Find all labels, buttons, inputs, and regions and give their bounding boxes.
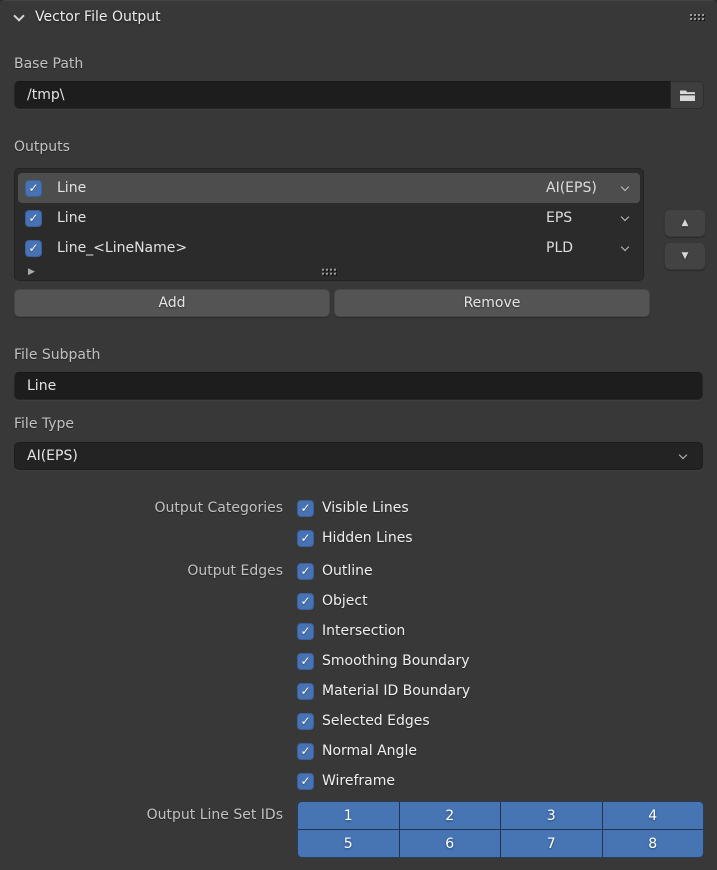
drag-handle-icon[interactable] — [690, 14, 704, 20]
outputs-list-row[interactable]: ✓ Line_<LineName> PLD — [18, 233, 640, 263]
check-icon: ✓ — [28, 181, 38, 195]
panel-header: Vector File Output — [0, 1, 717, 33]
row-name[interactable]: Line — [57, 210, 546, 226]
visible-lines-checkbox[interactable]: ✓ — [297, 500, 314, 517]
intersection-checkbox[interactable]: ✓ — [297, 623, 314, 640]
row-checkbox[interactable]: ✓ — [25, 180, 42, 197]
prop-row: Output Categories ✓ Visible Lines — [0, 493, 717, 523]
check-icon: ✓ — [300, 744, 310, 758]
checkbox-label[interactable]: Normal Angle — [322, 743, 417, 759]
prop-row: ✓ Material ID Boundary — [0, 676, 717, 706]
smoothing-boundary-checkbox[interactable]: ✓ — [297, 653, 314, 670]
check-icon: ✓ — [300, 774, 310, 788]
checkbox-label[interactable]: Material ID Boundary — [322, 683, 470, 699]
line-set-id-toggle[interactable]: 8 — [603, 830, 704, 857]
base-path-label: Base Path — [14, 56, 83, 72]
check-icon: ✓ — [300, 624, 310, 638]
material-id-boundary-checkbox[interactable]: ✓ — [297, 683, 314, 700]
row-name[interactable]: Line_<LineName> — [57, 240, 546, 256]
line-set-id-toggle[interactable]: 2 — [400, 802, 501, 829]
triangle-up-icon: ▲ — [682, 218, 689, 228]
prop-row: Output Edges ✓ Outline — [0, 556, 717, 586]
check-icon: ✓ — [300, 531, 310, 545]
properties-section: Output Categories ✓ Visible Lines ✓ Hidd… — [0, 493, 717, 796]
line-set-id-toggle[interactable]: 7 — [501, 830, 602, 857]
prop-row: ✓ Hidden Lines — [0, 523, 717, 553]
prop-row: ✓ Intersection — [0, 616, 717, 646]
wireframe-checkbox[interactable]: ✓ — [297, 773, 314, 790]
check-icon: ✓ — [300, 594, 310, 608]
checkbox-label[interactable]: Selected Edges — [322, 713, 430, 729]
file-type-label: File Type — [14, 416, 74, 432]
chevron-down-icon — [679, 451, 687, 459]
prop-row: ✓ Smoothing Boundary — [0, 646, 717, 676]
check-icon: ✓ — [300, 564, 310, 578]
checkbox-label[interactable]: Wireframe — [322, 773, 395, 789]
checkbox-label[interactable]: Object — [322, 593, 368, 609]
chevron-down-icon[interactable] — [621, 213, 629, 221]
row-name[interactable]: Line — [57, 180, 546, 196]
selected-edges-checkbox[interactable]: ✓ — [297, 713, 314, 730]
add-button[interactable]: Add — [14, 289, 330, 317]
row-format-select[interactable]: PLD — [546, 240, 618, 256]
browse-folder-button[interactable] — [671, 81, 704, 109]
output-categories-label: Output Categories — [0, 500, 283, 516]
line-set-id-toggle[interactable]: 6 — [400, 830, 501, 857]
triangle-down-icon: ▼ — [682, 251, 689, 261]
base-path-row — [14, 81, 704, 109]
checkbox-label[interactable]: Visible Lines — [322, 500, 409, 516]
prop-row: ✓ Selected Edges — [0, 706, 717, 736]
remove-button[interactable]: Remove — [334, 289, 650, 317]
line-set-id-toggle[interactable]: 3 — [501, 802, 602, 829]
folder-icon — [679, 88, 696, 102]
line-set-id-toggle[interactable]: 4 — [603, 802, 704, 829]
line-set-ids-grid: 1 2 3 4 5 6 7 8 — [297, 801, 704, 858]
outputs-label: Outputs — [14, 139, 70, 155]
line-set-id-toggle[interactable]: 5 — [298, 830, 399, 857]
hidden-lines-checkbox[interactable]: ✓ — [297, 530, 314, 547]
prop-row: ✓ Normal Angle — [0, 736, 717, 766]
file-type-value: AI(EPS) — [27, 448, 78, 464]
outputs-list-footer: ▶ — [18, 263, 640, 281]
normal-angle-checkbox[interactable]: ✓ — [297, 743, 314, 760]
check-icon: ✓ — [300, 501, 310, 515]
output-edges-label: Output Edges — [0, 563, 283, 579]
row-format-select[interactable]: EPS — [546, 210, 618, 226]
row-checkbox[interactable]: ✓ — [25, 210, 42, 227]
row-format-select[interactable]: AI(EPS) — [546, 180, 618, 196]
checkbox-label[interactable]: Intersection — [322, 623, 405, 639]
move-up-button[interactable]: ▲ — [664, 209, 706, 237]
file-type-select[interactable]: AI(EPS) — [14, 442, 703, 470]
outputs-list-row[interactable]: ✓ Line EPS — [18, 203, 640, 233]
object-checkbox[interactable]: ✓ — [297, 593, 314, 610]
panel-title[interactable]: Vector File Output — [35, 9, 161, 25]
chevron-down-icon[interactable] — [13, 10, 24, 21]
checkbox-label[interactable]: Smoothing Boundary — [322, 653, 470, 669]
outputs-list-row[interactable]: ✓ Line AI(EPS) — [18, 173, 640, 203]
check-icon: ✓ — [300, 654, 310, 668]
check-icon: ✓ — [28, 241, 38, 255]
check-icon: ✓ — [28, 211, 38, 225]
check-icon: ✓ — [300, 684, 310, 698]
chevron-down-icon[interactable] — [621, 243, 629, 251]
row-checkbox[interactable]: ✓ — [25, 240, 42, 257]
prop-row: ✓ Object — [0, 586, 717, 616]
file-subpath-input[interactable] — [14, 372, 703, 400]
line-set-ids-label: Output Line Set IDs — [0, 801, 283, 829]
checkbox-label[interactable]: Outline — [322, 563, 373, 579]
expand-filter-icon[interactable]: ▶ — [28, 267, 35, 277]
move-down-button[interactable]: ▼ — [664, 242, 706, 270]
outline-checkbox[interactable]: ✓ — [297, 563, 314, 580]
base-path-input[interactable] — [14, 81, 671, 109]
checkbox-label[interactable]: Hidden Lines — [322, 530, 413, 546]
check-icon: ✓ — [300, 714, 310, 728]
list-resize-grip-icon[interactable] — [322, 269, 336, 275]
outputs-list: ✓ Line AI(EPS) ✓ Line EPS ✓ Line_<LineNa… — [14, 168, 644, 281]
line-set-id-toggle[interactable]: 1 — [298, 802, 399, 829]
prop-row: ✓ Wireframe — [0, 766, 717, 796]
chevron-down-icon[interactable] — [621, 183, 629, 191]
vector-file-output-panel: Vector File Output Base Path Outputs ✓ L… — [0, 0, 717, 870]
file-subpath-label: File Subpath — [14, 347, 100, 363]
